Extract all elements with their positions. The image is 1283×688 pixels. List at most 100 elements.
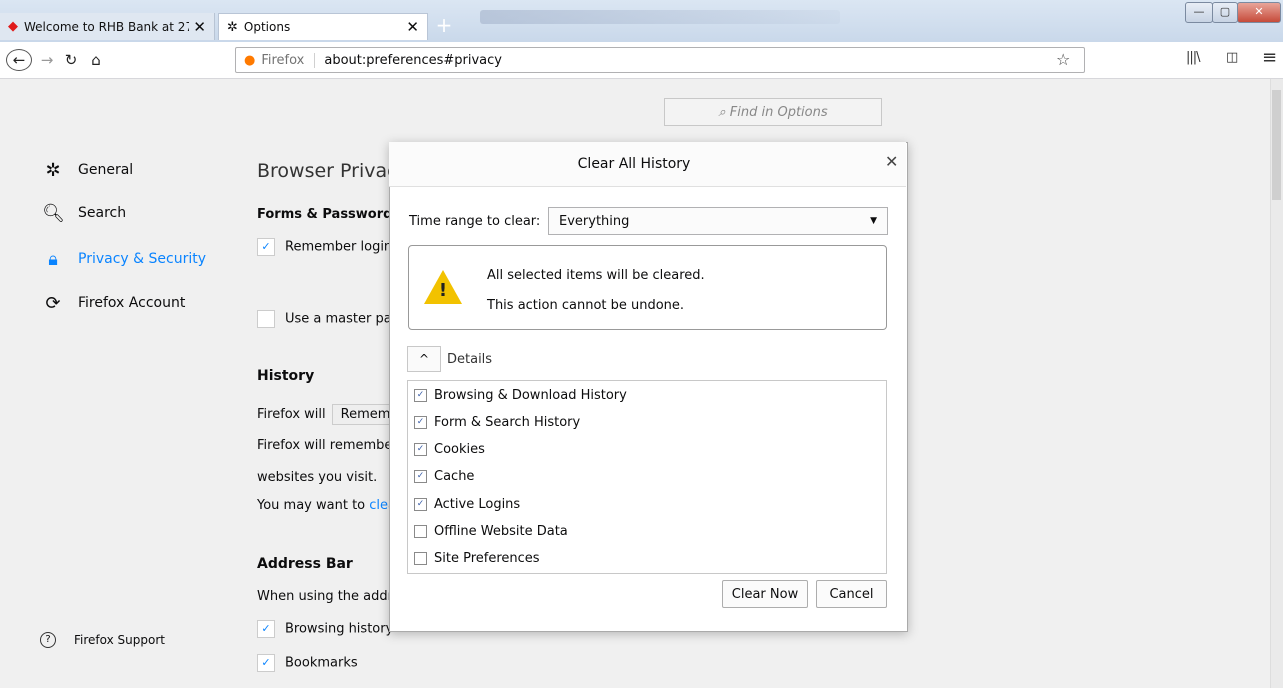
identity-label[interactable]: Firefox bbox=[261, 52, 316, 68]
find-in-options-input[interactable]: ⌕ Find in Options bbox=[664, 98, 882, 126]
clear-now-button[interactable]: Clear Now bbox=[722, 580, 808, 608]
tab-title: Welcome to RHB Bank at 27 Se bbox=[24, 19, 190, 34]
library-icon[interactable]: |||\ bbox=[1186, 50, 1200, 65]
item-browsing-download-history[interactable]: ✓ Browsing & Download History bbox=[414, 388, 627, 403]
search-icon: 🔍︎ bbox=[42, 202, 65, 224]
item-cookies[interactable]: ✓ Cookies bbox=[414, 442, 485, 457]
gear-icon: ✲ bbox=[227, 19, 238, 35]
warning-text-2: This action cannot be undone. bbox=[487, 298, 685, 313]
firefox-logo-icon: ● bbox=[244, 52, 256, 68]
checkbox-icon[interactable]: ✓ bbox=[414, 470, 427, 483]
details-toggle-button[interactable]: ^ bbox=[407, 346, 441, 372]
checkbox-icon[interactable] bbox=[414, 525, 427, 538]
gear-icon: ✲ bbox=[45, 159, 61, 181]
sync-icon: ⟳ bbox=[45, 292, 61, 314]
reload-button[interactable]: ↻ bbox=[60, 49, 82, 71]
browsing-history-checkbox[interactable]: ✓ Browsing history bbox=[257, 620, 393, 638]
cancel-button[interactable]: Cancel bbox=[816, 580, 887, 608]
address-bar-description: When using the addr bbox=[257, 589, 393, 604]
history-mode-label: Firefox will bbox=[257, 407, 326, 422]
item-label: Form & Search History bbox=[434, 415, 581, 430]
checkbox-icon[interactable]: ✓ bbox=[257, 620, 275, 638]
home-button[interactable]: ⌂ bbox=[85, 49, 107, 71]
category-firefox-account[interactable]: ⟳ Firefox Account bbox=[42, 290, 185, 316]
item-offline-website-data[interactable]: Offline Website Data bbox=[414, 524, 568, 539]
item-site-preferences[interactable]: Site Preferences bbox=[414, 551, 540, 566]
window-title-blur bbox=[480, 10, 840, 24]
page-title: Browser Privacy bbox=[257, 160, 409, 182]
forward-button[interactable]: → bbox=[36, 49, 58, 71]
item-label: Cookies bbox=[434, 442, 485, 457]
category-label: General bbox=[78, 162, 134, 178]
minimize-button[interactable]: — bbox=[1185, 2, 1213, 23]
category-label: Search bbox=[78, 205, 127, 221]
checkbox-label: Bookmarks bbox=[285, 655, 358, 671]
hint-text: You may want to bbox=[257, 498, 366, 513]
maximize-button[interactable]: ▢ bbox=[1212, 2, 1238, 23]
history-description: Firefox will remembe bbox=[257, 438, 393, 453]
checkbox-label: Remember logins bbox=[285, 239, 399, 255]
category-general[interactable]: ✲ General bbox=[42, 157, 133, 183]
bookmark-star-icon[interactable]: ☆ bbox=[1056, 50, 1070, 69]
history-description-2: websites you visit. bbox=[257, 470, 378, 485]
dialog-close-icon[interactable]: ✕ bbox=[885, 152, 898, 171]
warning-box bbox=[408, 245, 887, 330]
item-form-search-history[interactable]: ✓ Form & Search History bbox=[414, 415, 580, 430]
back-button[interactable]: ← bbox=[6, 49, 32, 71]
master-password-checkbox[interactable]: Use a master pas bbox=[257, 310, 398, 328]
remember-logins-checkbox[interactable]: ✓ Remember logins bbox=[257, 238, 399, 256]
forms-passwords-heading: Forms & Passwords bbox=[257, 207, 401, 222]
item-label: Cache bbox=[434, 469, 475, 484]
support-label: Firefox Support bbox=[74, 633, 165, 647]
address-bar-heading: Address Bar bbox=[257, 556, 353, 572]
checkbox-icon[interactable]: ✓ bbox=[414, 498, 427, 511]
firefox-support-link[interactable]: ? Firefox Support bbox=[40, 632, 165, 648]
item-label: Active Logins bbox=[434, 497, 521, 512]
bookmarks-checkbox[interactable]: ✓ Bookmarks bbox=[257, 654, 358, 672]
checkbox-icon[interactable] bbox=[414, 552, 427, 565]
window-close-button[interactable]: ✕ bbox=[1237, 2, 1281, 23]
tab-title: Options bbox=[243, 20, 291, 34]
time-range-select[interactable]: Everything ▼ bbox=[548, 207, 888, 235]
url-bar[interactable]: ● Firefox about:preferences#privacy bbox=[235, 47, 1085, 73]
category-label: Firefox Account bbox=[78, 295, 186, 311]
category-search[interactable]: 🔍︎ Search bbox=[42, 200, 126, 226]
tab-options[interactable]: ✲ Options ✕ bbox=[218, 13, 428, 40]
checkbox-icon[interactable]: ✓ bbox=[257, 238, 275, 256]
item-label: Browsing & Download History bbox=[434, 388, 627, 403]
warning-exclamation: ! bbox=[438, 280, 448, 301]
red-diamond-icon: ◆ bbox=[8, 19, 18, 34]
history-heading: History bbox=[257, 368, 315, 384]
clear-items-list bbox=[407, 380, 887, 574]
checkbox-icon[interactable]: ✓ bbox=[414, 389, 427, 402]
category-label: Privacy & Security bbox=[78, 251, 206, 267]
history-mode-row: Firefox will Remem bbox=[257, 404, 400, 425]
url-text[interactable]: about:preferences#privacy bbox=[324, 53, 502, 68]
sidebar-icon[interactable]: ◫ bbox=[1226, 50, 1238, 65]
item-label: Offline Website Data bbox=[434, 524, 568, 539]
tab-close-icon[interactable]: ✕ bbox=[406, 18, 419, 36]
checkbox-icon[interactable]: ✓ bbox=[257, 654, 275, 672]
checkbox-label: Browsing history bbox=[285, 621, 394, 637]
tab-rhb-bank[interactable]: ◆ Welcome to RHB Bank at 27 Se ✕ bbox=[0, 13, 215, 40]
tab-close-icon[interactable]: ✕ bbox=[193, 18, 206, 36]
new-tab-button[interactable]: + bbox=[432, 14, 456, 38]
details-label: Details bbox=[447, 352, 493, 367]
checkbox-icon[interactable] bbox=[257, 310, 275, 328]
checkbox-icon[interactable]: ✓ bbox=[414, 443, 427, 456]
dialog-title: Clear All History bbox=[577, 156, 691, 172]
category-privacy-security[interactable]: 🔒︎ Privacy & Security bbox=[42, 246, 206, 272]
time-range-value: Everything bbox=[559, 213, 630, 229]
checkbox-icon[interactable]: ✓ bbox=[414, 416, 427, 429]
clear-history-hint: You may want to clea bbox=[257, 498, 396, 513]
time-range-label: Time range to clear: bbox=[409, 214, 541, 229]
lock-icon: 🔒︎ bbox=[48, 248, 58, 270]
dropdown-arrow-icon: ▼ bbox=[870, 216, 877, 226]
item-label: Site Preferences bbox=[434, 551, 540, 566]
item-cache[interactable]: ✓ Cache bbox=[414, 469, 474, 484]
hamburger-menu-icon[interactable]: ≡ bbox=[1262, 47, 1277, 68]
item-active-logins[interactable]: ✓ Active Logins bbox=[414, 497, 520, 512]
checkbox-label: Use a master pas bbox=[285, 311, 399, 327]
scrollbar-thumb[interactable] bbox=[1272, 90, 1281, 200]
warning-text-1: All selected items will be cleared. bbox=[487, 268, 705, 283]
